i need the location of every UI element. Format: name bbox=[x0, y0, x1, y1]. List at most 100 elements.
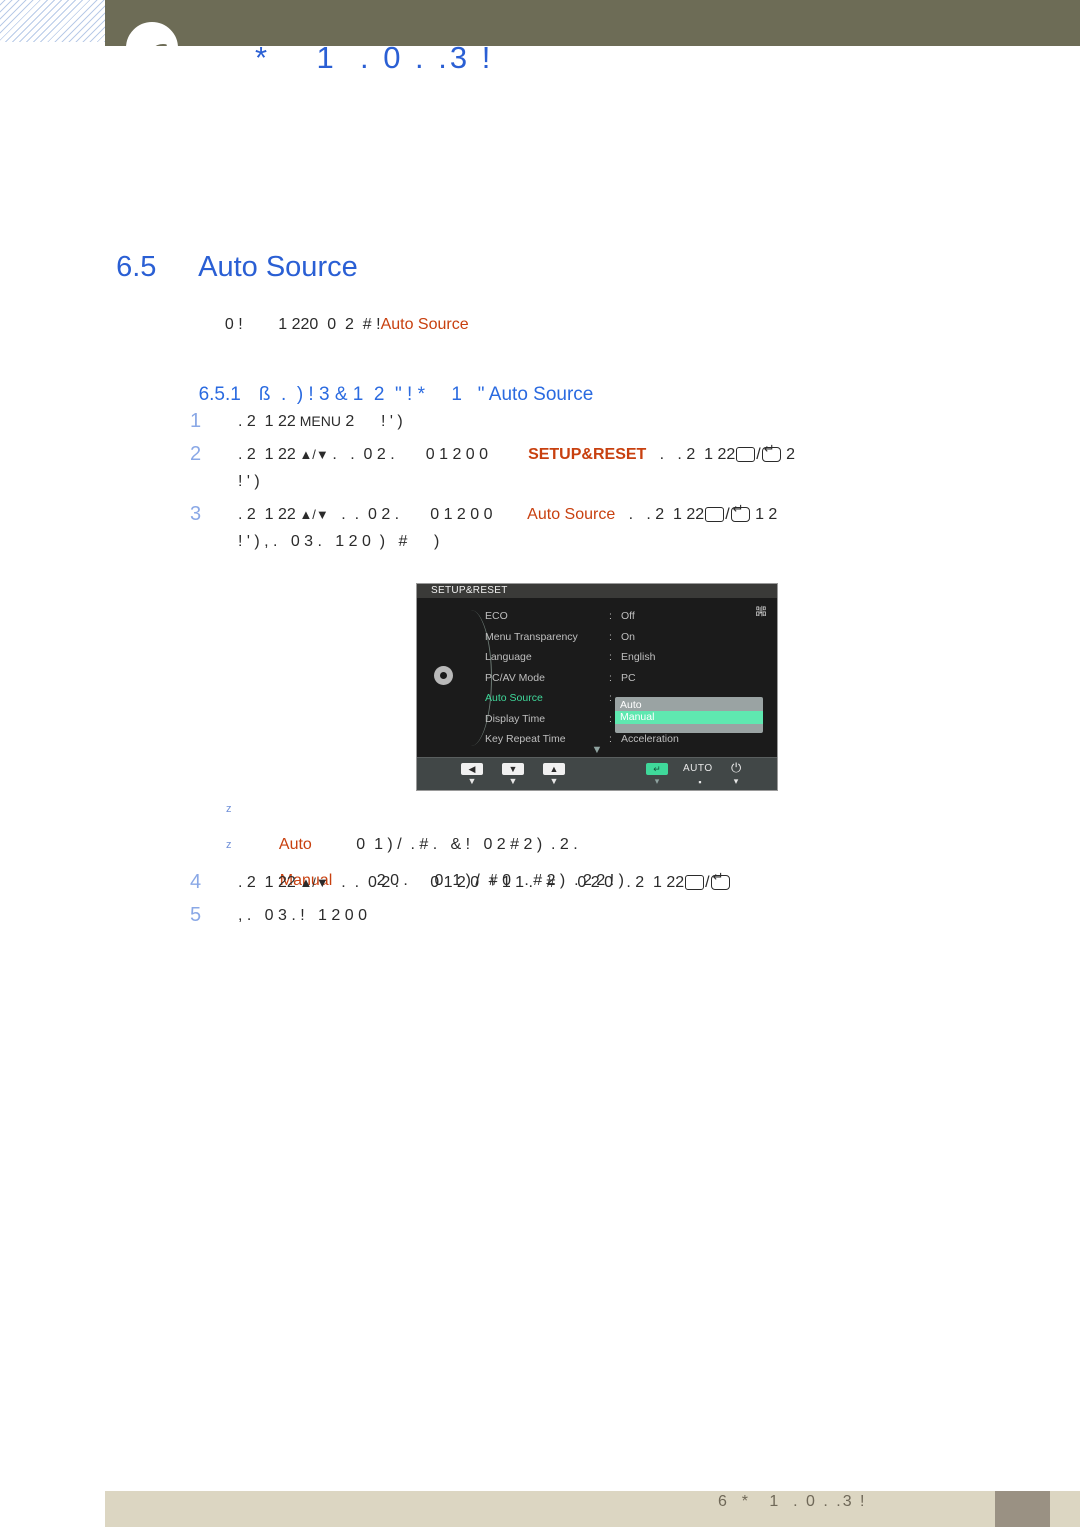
up-down-arrow-icon: ▲/▼ bbox=[295, 447, 333, 462]
osd-menu-item-eco[interactable]: ECO : Off bbox=[485, 606, 775, 627]
step-seg: . 2 1 2 bbox=[238, 413, 287, 430]
osd-up-button-tick: ▼ bbox=[549, 776, 559, 786]
intro-paragraph: 0 ! 1 220 0 2 # !Auto Source bbox=[216, 298, 469, 334]
step-text: . 2 1 22 ▲/▼ . . 0 2 . 0 1 2 0 + 1 1 . #… bbox=[238, 870, 735, 891]
osd-item-colon: : bbox=[609, 651, 612, 663]
intro-mid2: 20 0 2 # ! bbox=[300, 316, 381, 333]
osd-menu-item-menu-transparency[interactable]: Menu Transparency : On bbox=[485, 627, 775, 648]
step-number: 2 bbox=[190, 443, 202, 465]
step-seg: . . 2 1 2 bbox=[646, 446, 727, 463]
osd-item-value: On bbox=[621, 630, 636, 643]
osd-item-colon: : bbox=[609, 671, 612, 684]
intro-highlight: Auto Source bbox=[380, 316, 469, 333]
bullet-marker-icon: z bbox=[226, 839, 232, 851]
subsection-number: 6.5.1 bbox=[198, 384, 241, 405]
chevron-down-icon: ▼ bbox=[591, 744, 603, 756]
list-item: z Auto 0 1 ) / . # . & ! 0 2 # 2 ) . 2 . bbox=[226, 800, 926, 853]
osd-menu-screenshot: SETUP&RESET 嘂 ECO : Off Menu Transparenc… bbox=[416, 583, 778, 791]
osd-item-value: Off bbox=[621, 610, 635, 622]
step-seg: 2 bbox=[726, 446, 736, 463]
auto-source-dropdown[interactable]: Auto Manual bbox=[615, 697, 763, 733]
up-down-arrow-icon: ▲/▼ bbox=[295, 875, 333, 890]
power-icon[interactable]: ⏻ bbox=[731, 761, 741, 775]
osd-auto-button[interactable]: AUTO bbox=[683, 762, 713, 775]
osd-up-button[interactable]: ▲ bbox=[543, 763, 565, 775]
step-item: 4 . 2 1 22 ▲/▼ . . 0 2 . 0 1 2 0 + 1 1 .… bbox=[190, 869, 1010, 896]
osd-left-button[interactable]: ◀ bbox=[461, 763, 483, 775]
osd-item-colon: : bbox=[609, 630, 612, 643]
footer-page-block bbox=[995, 1491, 1050, 1527]
osd-menu-item-pc-av-mode[interactable]: PC/AV Mode : PC bbox=[485, 668, 775, 689]
osd-item-value: English bbox=[621, 651, 656, 663]
step-seg: 2 bbox=[695, 506, 705, 523]
step-seg: . 2 1 2 bbox=[238, 446, 287, 463]
step-number: 1 bbox=[190, 410, 202, 432]
step-seg: 2 ! ' ) bbox=[340, 413, 403, 430]
osd-enter-button[interactable]: ↵ bbox=[646, 763, 668, 775]
osd-item-label: Language bbox=[485, 651, 532, 663]
section-number: 6.5 bbox=[116, 251, 157, 283]
enter-key-icon bbox=[761, 442, 781, 462]
footer-band bbox=[105, 1491, 1080, 1527]
dropdown-option-manual[interactable]: Manual bbox=[615, 711, 763, 724]
page-title: 6.5 Auto Source bbox=[100, 218, 358, 284]
step-text: . 2 1 22 MENU 2 ! ' ) bbox=[238, 413, 403, 430]
source-key-icon bbox=[736, 447, 756, 462]
osd-item-colon: : bbox=[609, 610, 612, 622]
step-seg: 2 bbox=[286, 506, 296, 523]
osd-item-colon: : bbox=[609, 733, 612, 745]
step-item: 1 . 2 1 22 MENU 2 ! ' ) bbox=[190, 408, 1010, 435]
steps-list-lower: 4 . 2 1 22 ▲/▼ . . 0 2 . 0 1 2 0 + 1 1 .… bbox=[190, 869, 1010, 935]
chapter-badge-mask bbox=[105, 46, 225, 86]
source-key-icon bbox=[705, 507, 725, 522]
menu-name-highlight: Auto Source bbox=[527, 506, 616, 523]
source-key-icon bbox=[685, 875, 705, 890]
step-seg: . . 0 2 . 0 1 2 0 0 bbox=[332, 506, 528, 523]
step-seg: 2 bbox=[286, 874, 296, 891]
enter-key-icon bbox=[710, 870, 730, 890]
osd-menu-item-language[interactable]: Language : English bbox=[485, 647, 775, 668]
osd-down-button-tick: ▼ bbox=[508, 776, 518, 786]
subsection-title: 6.5.1 ß . ) ! 3 & 1 2 " ! * 1 " Auto Sour… bbox=[188, 362, 594, 406]
option-descriptions-list: z Auto 0 1 ) / . # . & ! 0 2 # 2 ) . 2 .… bbox=[226, 800, 926, 889]
step-number: 5 bbox=[190, 904, 202, 926]
decorative-hatch-pattern bbox=[0, 0, 105, 42]
osd-title-bar: SETUP&RESET bbox=[417, 584, 777, 598]
osd-item-label: PC/AV Mode bbox=[485, 671, 545, 684]
steps-list-upper: 1 . 2 1 22 MENU 2 ! ' ) 2 . 2 1 22 ▲/▼ .… bbox=[190, 408, 1010, 561]
up-down-arrow-icon: ▲/▼ bbox=[295, 507, 333, 522]
menu-name-highlight: SETUP&RESET bbox=[528, 446, 647, 463]
osd-item-colon: : bbox=[609, 692, 612, 704]
step-item: 2 . 2 1 22 ▲/▼ . . 0 2 . 0 1 2 0 0 SETUP… bbox=[190, 441, 1010, 495]
osd-button-bar: ◀ ▼ ▼ ▼ ▲ ▼ ↵ ▾ AUTO ▪ ⏻ ▾ bbox=[417, 757, 777, 790]
osd-item-label: Auto Source bbox=[485, 692, 543, 704]
step-item: 3 . 2 1 22 ▲/▼ . . 0 2 . 0 1 2 0 0 Auto … bbox=[190, 501, 1010, 555]
step-seg: 2 bbox=[286, 413, 296, 430]
enter-key-icon bbox=[730, 502, 750, 522]
step-seg: . . 0 2 . 0 1 2 0 + 1 1 . # 0 2 0 . 2 1 … bbox=[332, 874, 676, 891]
step-item: 5 , . 0 3 . ! 1 2 0 0 bbox=[190, 902, 1010, 929]
step-seg: , . 0 3 . ! 1 2 0 0 bbox=[238, 907, 367, 924]
osd-left-button-tick: ▼ bbox=[467, 776, 477, 786]
osd-item-label: Key Repeat Time bbox=[485, 733, 566, 745]
osd-down-button[interactable]: ▼ bbox=[502, 763, 524, 775]
osd-item-colon: : bbox=[609, 712, 612, 725]
step-text: , . 0 3 . ! 1 2 0 0 bbox=[238, 907, 367, 924]
osd-auto-button-tick: ▪ bbox=[698, 777, 702, 787]
step-seg bbox=[731, 874, 735, 891]
section-title: Auto Source bbox=[198, 251, 358, 283]
step-text: . 2 1 22 ▲/▼ . . 0 2 . 0 1 2 0 0 SETUP&R… bbox=[238, 442, 795, 490]
osd-item-label: Menu Transparency bbox=[485, 630, 578, 643]
step-number: 4 bbox=[190, 871, 202, 893]
gear-icon bbox=[434, 666, 453, 685]
step-seg: 2 bbox=[286, 446, 296, 463]
step-number: 3 bbox=[190, 503, 202, 525]
step-text: . 2 1 22 ▲/▼ . . 0 2 . 0 1 2 0 0 Auto So… bbox=[238, 502, 777, 550]
list-item: z Manual 2 0 . 0 1 ) / # 0 . # 2 ) . 2 2… bbox=[226, 836, 926, 889]
osd-item-label: ECO bbox=[485, 610, 508, 622]
footer-text: 6 * 1 . 0 . .3 ! bbox=[718, 1493, 867, 1510]
step-seg: . 2 1 2 bbox=[238, 506, 287, 523]
bullet-marker-icon: z bbox=[226, 803, 232, 815]
osd-menu-body: 嘂 ECO : Off Menu Transparency : On Langu… bbox=[417, 598, 777, 758]
intro-prefix: 0 ! 1 bbox=[224, 316, 292, 333]
